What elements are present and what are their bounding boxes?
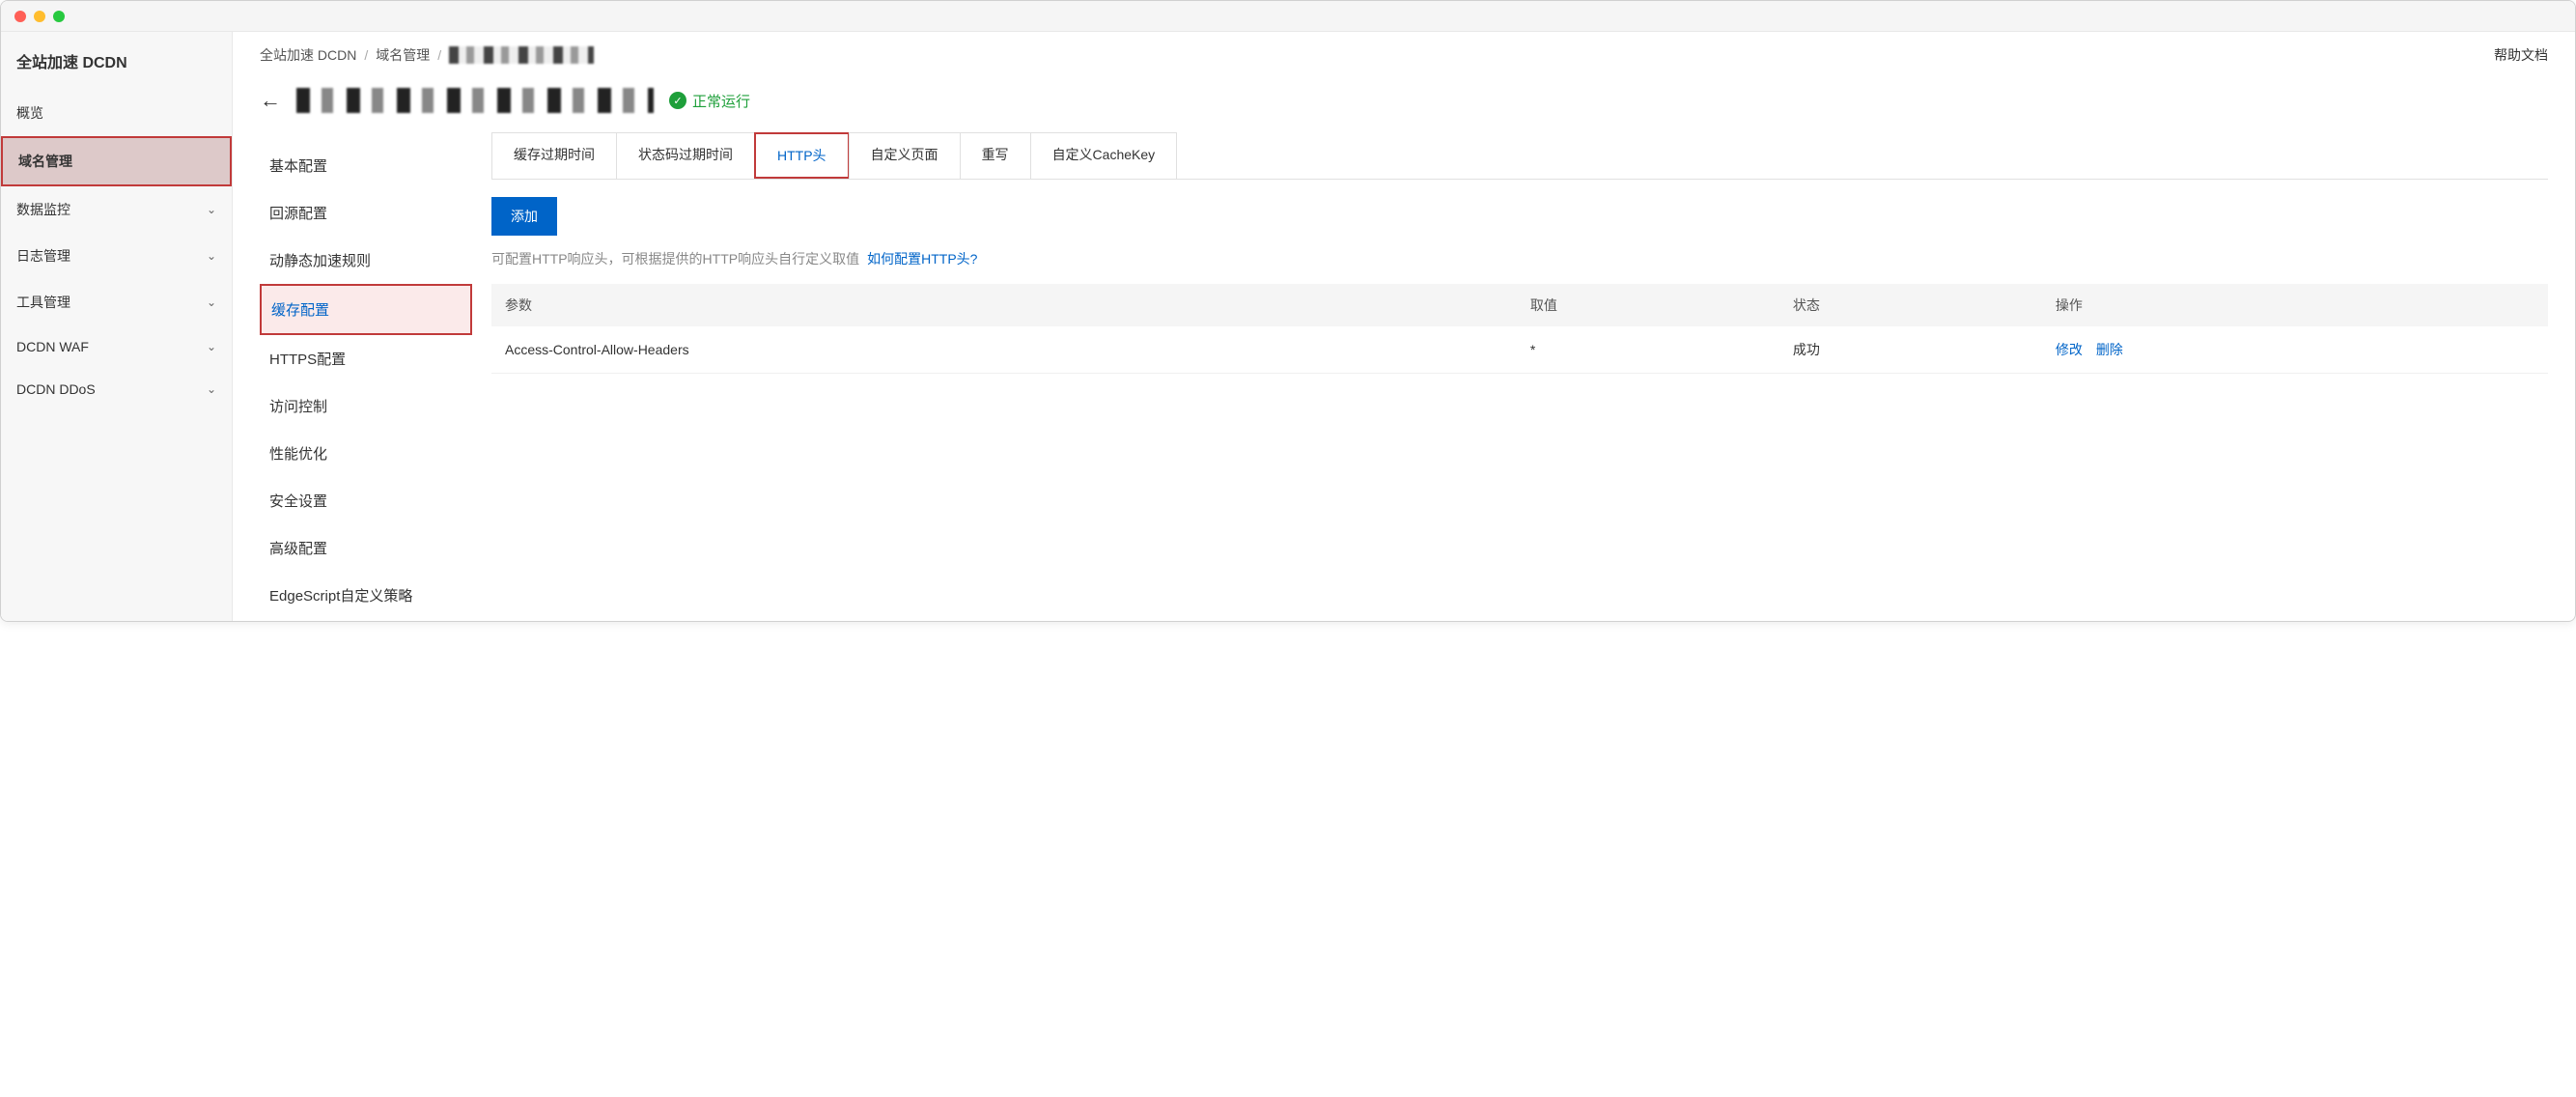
chevron-down-icon: ⌄ [207, 203, 216, 216]
domain-name-redacted [296, 88, 654, 113]
hint-text: 可配置HTTP响应头，可根据提供的HTTP响应头自行定义取值 [491, 249, 859, 268]
check-circle-icon: ✓ [669, 92, 686, 109]
breadcrumb-item[interactable]: 全站加速 DCDN [260, 45, 356, 65]
submenu-item-origin[interactable]: 回源配置 [260, 189, 472, 237]
http-header-table: 参数 取值 状态 操作 Access-Control-Allow-Headers… [491, 284, 2548, 374]
table-row: Access-Control-Allow-Headers * 成功 修改 删除 [491, 326, 2548, 374]
col-param: 参数 [491, 284, 1517, 326]
chevron-down-icon: ⌄ [207, 249, 216, 263]
submenu-item-access-control[interactable]: 访问控制 [260, 382, 472, 430]
how-to-link[interactable]: 如何配置HTTP头? [867, 249, 977, 268]
back-arrow-icon[interactable]: ← [260, 88, 281, 113]
submenu-item-security[interactable]: 安全设置 [260, 477, 472, 524]
status-label: 正常运行 [692, 91, 750, 111]
cell-status: 成功 [1779, 326, 2042, 374]
sidebar-item-tool-management[interactable]: 工具管理 ⌄ [1, 279, 232, 325]
submenu-item-advanced[interactable]: 高级配置 [260, 524, 472, 572]
chevron-down-icon: ⌄ [207, 382, 216, 396]
col-value: 取值 [1517, 284, 1779, 326]
breadcrumb-separator: / [437, 47, 441, 63]
tab-status-ttl[interactable]: 状态码过期时间 [616, 132, 755, 179]
chevron-down-icon: ⌄ [207, 295, 216, 309]
status-badge: ✓ 正常运行 [669, 91, 750, 111]
tabs: 缓存过期时间 状态码过期时间 HTTP头 自定义页面 重写 自定义CacheKe… [491, 132, 2548, 180]
sidebar-item-label: 数据监控 [16, 200, 70, 219]
edit-link[interactable]: 修改 [2056, 342, 2083, 357]
sidebar-item-label: DCDN DDoS [16, 381, 96, 397]
sidebar-item-label: DCDN WAF [16, 339, 89, 354]
help-docs-link[interactable]: 帮助文档 [2494, 45, 2548, 65]
submenu-item-dynamic-static[interactable]: 动静态加速规则 [260, 237, 472, 284]
tab-cache-ttl[interactable]: 缓存过期时间 [491, 132, 617, 179]
tab-custom-page[interactable]: 自定义页面 [849, 132, 961, 179]
tab-http-header[interactable]: HTTP头 [754, 132, 850, 179]
cell-param: Access-Control-Allow-Headers [491, 326, 1517, 374]
sidebar-item-data-monitor[interactable]: 数据监控 ⌄ [1, 186, 232, 233]
submenu-item-basic[interactable]: 基本配置 [260, 142, 472, 189]
sidebar-item-label: 日志管理 [16, 246, 70, 266]
sidebar: 全站加速 DCDN 概览 域名管理 数据监控 ⌄ 日志管理 ⌄ 工具管理 ⌄ D… [1, 32, 233, 621]
breadcrumb-item[interactable]: 域名管理 [376, 45, 430, 65]
submenu-item-https[interactable]: HTTPS配置 [260, 335, 472, 382]
breadcrumb-separator: / [364, 47, 368, 63]
sidebar-item-dcdn-waf[interactable]: DCDN WAF ⌄ [1, 325, 232, 368]
delete-link[interactable]: 删除 [2096, 342, 2123, 357]
col-status: 状态 [1779, 284, 2042, 326]
col-action: 操作 [2042, 284, 2548, 326]
tab-rewrite[interactable]: 重写 [960, 132, 1031, 179]
tab-custom-cachekey[interactable]: 自定义CacheKey [1030, 132, 1178, 179]
submenu-item-cache[interactable]: 缓存配置 [260, 284, 472, 335]
breadcrumb-domain-redacted [449, 46, 594, 64]
sidebar-title: 全站加速 DCDN [1, 32, 232, 90]
breadcrumb: 全站加速 DCDN / 域名管理 / [260, 45, 594, 65]
window-maximize-icon[interactable] [53, 11, 65, 22]
sidebar-item-log-management[interactable]: 日志管理 ⌄ [1, 233, 232, 279]
chevron-down-icon: ⌄ [207, 340, 216, 353]
window-close-icon[interactable] [14, 11, 26, 22]
add-button[interactable]: 添加 [491, 197, 557, 236]
sidebar-item-dcdn-ddos[interactable]: DCDN DDoS ⌄ [1, 368, 232, 410]
sidebar-item-label: 域名管理 [18, 152, 72, 171]
window-minimize-icon[interactable] [34, 11, 45, 22]
sidebar-item-domain-management[interactable]: 域名管理 [1, 136, 232, 186]
submenu: 基本配置 回源配置 动静态加速规则 缓存配置 HTTPS配置 访问控制 性能优化… [260, 132, 472, 619]
cell-value: * [1517, 326, 1779, 374]
sidebar-item-label: 概览 [16, 103, 43, 123]
sidebar-item-label: 工具管理 [16, 293, 70, 312]
sidebar-item-overview[interactable]: 概览 [1, 90, 232, 136]
submenu-item-edgescript[interactable]: EdgeScript自定义策略 [260, 572, 472, 619]
submenu-item-performance[interactable]: 性能优化 [260, 430, 472, 477]
